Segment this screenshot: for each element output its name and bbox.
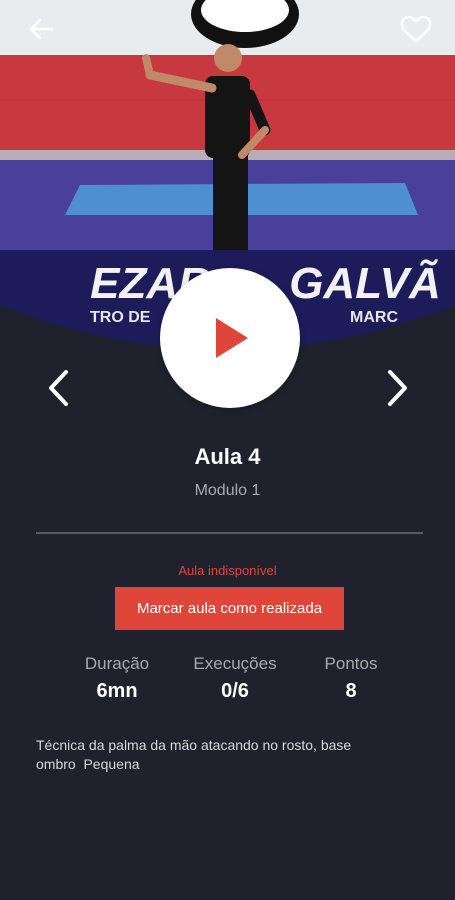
stat-points-value: 8	[345, 680, 357, 702]
banner-subtext-right: MARC	[350, 309, 398, 326]
lesson-title: Aula 4	[194, 444, 261, 469]
stat-duration-label: Duração	[84, 654, 150, 673]
previous-lesson-button[interactable]	[38, 366, 78, 410]
lesson-module: Modulo 1	[194, 482, 261, 499]
stat-executions-value: 0/6	[221, 680, 249, 702]
heart-outline-icon	[400, 15, 432, 43]
stat-points: Pontos 8	[306, 654, 396, 703]
lesson-description: Técnica da palma da mão atacando no rost…	[36, 737, 352, 772]
chevron-left-icon	[49, 370, 68, 406]
play-icon	[216, 318, 248, 358]
divider	[36, 532, 423, 534]
next-lesson-button[interactable]	[378, 366, 418, 410]
back-button[interactable]	[24, 12, 58, 46]
play-button[interactable]	[160, 268, 300, 408]
lesson-status: Aula indisponível	[178, 563, 277, 578]
arrow-left-icon	[29, 18, 54, 40]
stat-executions-label: Execuções	[193, 654, 277, 673]
banner-subtext-left: TRO DE	[90, 309, 151, 326]
mark-as-done-button[interactable]: Marcar aula como realizada	[115, 587, 344, 630]
stat-duration: Duração 6mn	[62, 654, 172, 703]
stat-points-label: Pontos	[324, 654, 378, 673]
chevron-right-icon	[388, 370, 407, 406]
favorite-button[interactable]	[399, 12, 433, 46]
stat-duration-value: 6mn	[96, 680, 138, 702]
banner-text-right: GALVÃ	[289, 258, 441, 308]
stat-executions: Execuções 0/6	[178, 654, 292, 703]
